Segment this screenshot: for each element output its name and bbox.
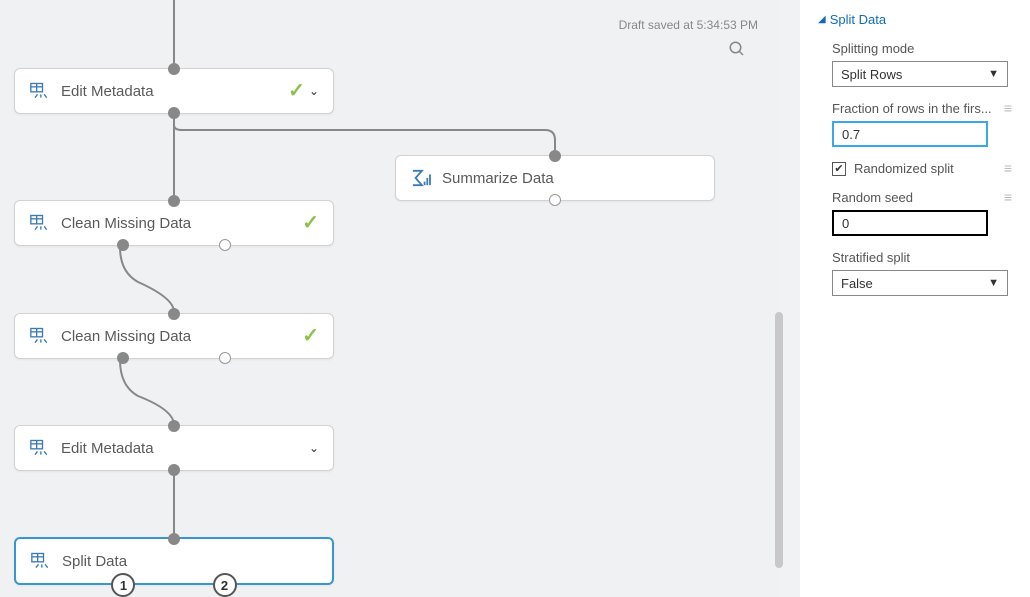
panel-title-text: Split Data [830,12,886,27]
module-label: Summarize Data [432,170,700,187]
field-randomized: ✔ Randomized split ≡ [818,161,1012,176]
output-port-1[interactable] [117,352,129,364]
properties-panel: ◢ Split Data Splitting mode Split Rows ▼… [800,0,1030,597]
output-port-2[interactable]: 2 [213,573,237,597]
draft-saved-status: Draft saved at 5:34:53 PM [619,18,758,32]
module-summarize-data[interactable]: Summarize Data [395,155,715,201]
collapse-arrow-icon: ◢ [818,14,826,25]
field-label: Fraction of rows in the firs... [832,101,992,116]
module-label: Split Data [52,553,318,570]
experiment-canvas[interactable]: Draft saved at 5:34:53 PM Edit Metadata … [0,0,780,597]
field-label: Splitting mode [832,41,1012,56]
select-value: Split Rows [841,67,902,82]
field-label: Randomized split [854,161,954,176]
field-splitting-mode: Splitting mode Split Rows ▼ [818,41,1012,87]
field-stratified: Stratified split False ▼ [818,250,1012,296]
output-port-1[interactable]: 1 [111,573,135,597]
output-port-2[interactable] [219,239,231,251]
table-icon [29,439,51,457]
chevron-down-icon[interactable]: ⌄ [309,84,319,98]
field-random-seed: Random seed ≡ 0 [818,190,1012,236]
scrollbar[interactable] [775,312,783,568]
check-icon: ✓ [288,81,305,101]
check-icon: ✔ [834,162,843,175]
stratified-select[interactable]: False ▼ [832,270,1008,296]
fraction-input[interactable]: 0.7 [832,121,988,147]
chevron-down-icon[interactable]: ⌄ [309,441,319,455]
output-port-1[interactable] [117,239,129,251]
table-icon [29,327,51,345]
table-icon [29,82,51,100]
menu-icon[interactable]: ≡ [1004,166,1012,172]
output-port[interactable] [168,107,180,119]
module-clean-missing-2[interactable]: Clean Missing Data ✓ [14,313,334,359]
module-edit-metadata-2[interactable]: Edit Metadata ⌄ [14,425,334,471]
input-port[interactable] [549,150,561,162]
search-icon[interactable] [728,40,746,61]
random-seed-input[interactable]: 0 [832,210,988,236]
input-port[interactable] [168,195,180,207]
check-icon: ✓ [302,213,319,233]
input-port[interactable] [168,63,180,75]
chevron-down-icon: ▼ [988,277,999,289]
module-label: Edit Metadata [51,83,288,100]
menu-icon[interactable]: ≡ [1004,106,1012,112]
input-value: 0 [842,216,849,231]
input-port[interactable] [168,533,180,545]
field-label: Random seed [832,190,913,205]
output-port[interactable] [549,194,561,206]
menu-icon[interactable]: ≡ [1004,195,1012,201]
panel-title[interactable]: ◢ Split Data [818,12,1012,27]
randomized-checkbox[interactable]: ✔ [832,162,846,176]
input-value: 0.7 [842,127,860,142]
output-port-2[interactable] [219,352,231,364]
input-port[interactable] [168,420,180,432]
module-label: Edit Metadata [51,440,309,457]
output-port[interactable] [168,464,180,476]
module-label: Clean Missing Data [51,328,302,345]
field-label: Stratified split [832,250,1012,265]
splitting-mode-select[interactable]: Split Rows ▼ [832,61,1008,87]
module-clean-missing-1[interactable]: Clean Missing Data ✓ [14,200,334,246]
field-fraction: Fraction of rows in the firs... ≡ 0.7 [818,101,1012,147]
table-icon [30,552,52,570]
sigma-icon [410,169,432,187]
check-icon: ✓ [302,326,319,346]
module-label: Clean Missing Data [51,215,302,232]
input-port[interactable] [168,308,180,320]
module-edit-metadata-1[interactable]: Edit Metadata ✓ ⌄ [14,68,334,114]
table-icon [29,214,51,232]
chevron-down-icon: ▼ [988,68,999,80]
module-split-data[interactable]: Split Data 1 2 [14,537,334,585]
select-value: False [841,276,873,291]
